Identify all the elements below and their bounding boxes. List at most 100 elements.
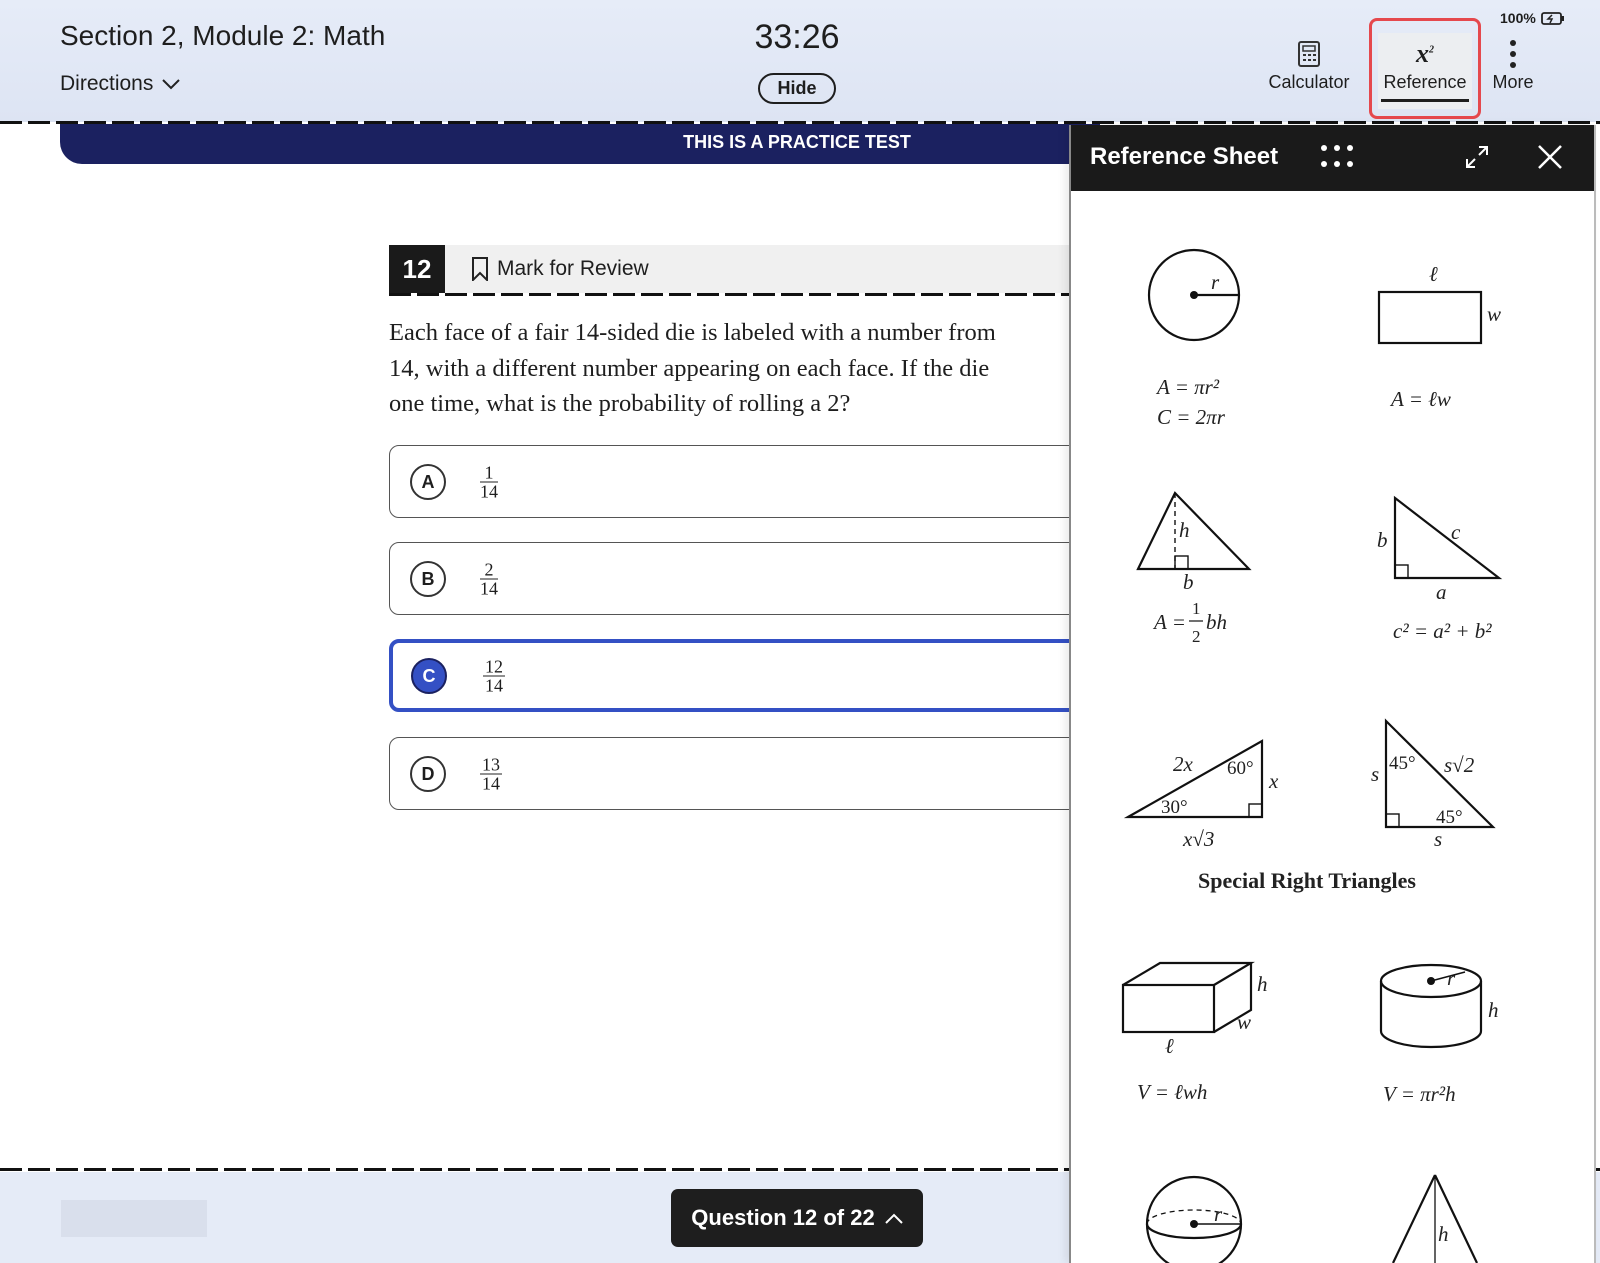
label-r: r [1211,270,1220,294]
label-l: ℓ [1429,262,1438,286]
label-r: r [1447,966,1456,990]
label-60-degrees: 60° [1227,758,1254,779]
battery-percent: 100% [1500,10,1536,26]
reference-button[interactable]: x2 Reference [1378,36,1472,102]
bookmark-icon [472,257,488,281]
fraction-denominator: 2 [1192,627,1201,646]
timer: 33:26 [754,18,840,56]
triangle-area-bh: bh [1206,610,1227,634]
circle-area-formula: A = πr² [1155,375,1220,399]
chevron-down-icon [162,79,181,90]
battery-charging-icon [1540,11,1564,25]
right-triangle-figure [1393,495,1503,580]
pythagorean-formula: c² = a² + b² [1393,619,1492,643]
label-45-degrees: 45° [1436,807,1463,828]
circumference-formula: C = 2πr [1157,405,1226,429]
numerator: 1 [480,463,498,482]
drag-handle-icon[interactable] [1321,145,1353,167]
label-s: s [1371,762,1379,786]
chevron-up-icon [884,1213,903,1224]
mark-for-review-label: Mark for Review [497,257,649,280]
label-r: r [1214,1202,1223,1226]
more-label: More [1492,72,1534,92]
option-letter: A [410,463,446,500]
option-letter: D [410,755,446,792]
option-fraction: 1 14 [480,463,498,500]
30-60-90-triangle [1123,739,1264,819]
cylinder-volume-formula: V = πr²h [1383,1082,1456,1106]
label-b: b [1377,528,1388,552]
rectangle-figure [1377,290,1483,345]
reference-label: Reference [1383,72,1467,92]
label-s-root-2: s√2 [1444,753,1475,777]
answer-option-b[interactable]: B 2 14 [389,542,1109,615]
more-vertical-icon [1510,40,1516,68]
question-line: one time, what is the probability of rol… [389,390,851,417]
expand-icon[interactable] [1465,145,1489,169]
label-w: w [1487,302,1501,326]
question-nav-label: Question 12 of 22 [691,1205,875,1230]
answer-option-a[interactable]: A 1 14 [389,445,1109,518]
question-header: 12 Mark for Review [389,245,1089,293]
more-button[interactable]: More [1488,36,1538,93]
triangle-area-formula: A = [1152,610,1186,634]
directions-toggle[interactable]: Directions [60,72,181,96]
numerator: 2 [480,560,498,579]
answer-option-c[interactable]: C 12 14 [389,639,1109,712]
option-letter: C [411,657,447,694]
label-b: b [1183,570,1194,594]
label-h: h [1179,518,1190,542]
active-underline [1381,99,1469,102]
calculator-button[interactable]: Calculator [1264,36,1354,93]
label-a: a [1436,580,1447,604]
label-w: w [1237,1010,1251,1034]
fraction-numerator: 1 [1192,599,1201,618]
battery-status: 100% [1500,10,1565,26]
option-letter: B [410,560,446,597]
rectangular-prism-figure [1121,961,1256,1034]
x-squared-icon: x2 [1416,39,1434,68]
reference-panel-header[interactable]: Reference Sheet [1071,125,1594,191]
student-name-redacted [61,1200,207,1237]
label-x: x [1268,769,1279,793]
option-fraction: 13 14 [480,755,502,792]
triangle-figure [1136,491,1252,571]
reference-formulas: r A = πr² C = 2πr ℓ w A = ℓw h b A = 1 2… [1121,248,1503,1263]
calculator-icon [1298,41,1320,67]
numerator: 12 [483,656,505,676]
question-line: 14, with a different number appearing on… [389,354,990,382]
question-navigator-button[interactable]: Question 12 of 22 [671,1189,923,1247]
label-45-degrees: 45° [1389,753,1416,774]
label-h: h [1488,998,1499,1022]
question-number: 12 [389,245,445,293]
hide-timer-button[interactable]: Hide [758,73,836,104]
special-right-triangles-heading: Special Right Triangles [1198,868,1416,893]
directions-label: Directions [60,72,154,95]
reference-panel-title: Reference Sheet [1090,143,1279,170]
reference-sheet-panel: Reference Sheet r A = πr² C = 2πr ℓ w A … [1069,125,1596,1263]
option-fraction: 2 14 [480,560,498,597]
label-2x: 2x [1173,752,1194,776]
label-s: s [1434,827,1442,851]
question-line: Each face of a fair 14-sided die is labe… [389,319,996,346]
rectangle-area-formula: A = ℓw [1389,387,1451,411]
label-l: ℓ [1165,1034,1174,1058]
denominator: 14 [482,773,500,793]
close-icon[interactable] [1537,144,1563,170]
mark-for-review-button[interactable]: Mark for Review [471,257,649,281]
option-fraction: 12 14 [483,657,505,694]
question-text: Each face of a fair 14-sided die is labe… [389,315,1089,422]
denominator: 14 [485,675,503,695]
label-c: c [1451,520,1461,544]
prism-volume-formula: V = ℓwh [1137,1080,1207,1104]
denominator: 14 [480,578,498,598]
practice-banner: THIS IS A PRACTICE TEST [60,124,1100,164]
denominator: 14 [480,481,498,501]
label-h: h [1438,1222,1449,1246]
numerator: 13 [480,754,502,774]
label-h: h [1257,972,1268,996]
calculator-label: Calculator [1268,72,1350,92]
top-bar: Section 2, Module 2: Math Directions 33:… [0,0,1600,122]
answer-option-d[interactable]: D 13 14 [389,737,1109,810]
label-30-degrees: 30° [1161,797,1188,818]
